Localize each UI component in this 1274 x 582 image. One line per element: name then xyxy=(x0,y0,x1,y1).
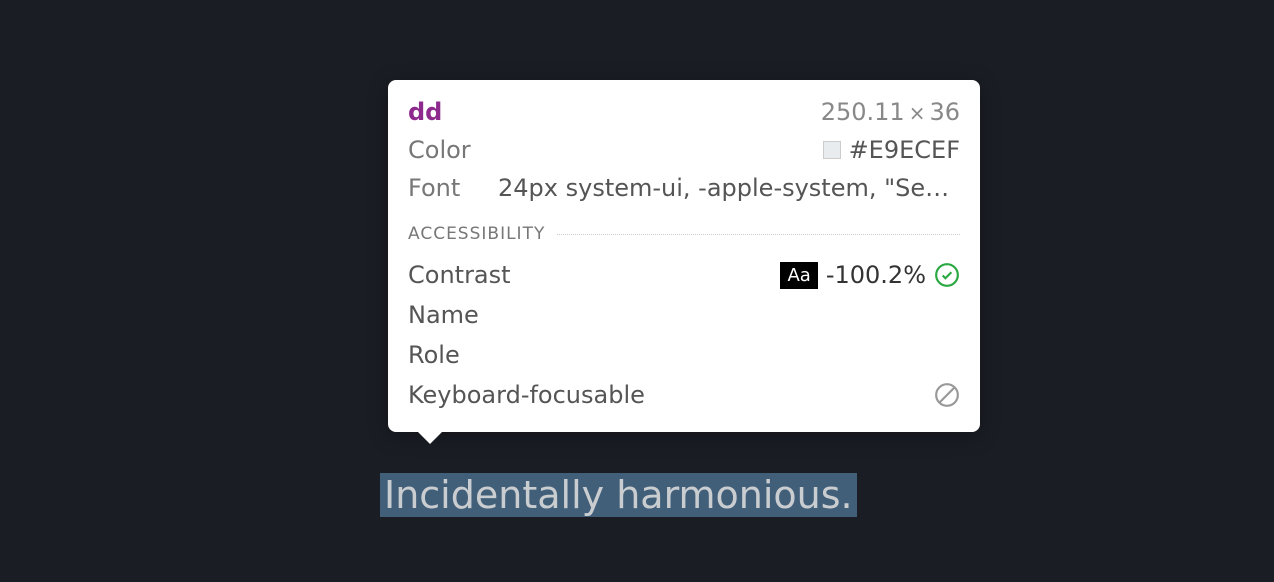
accessibility-title: ACCESSIBILITY xyxy=(408,224,545,244)
dimension-width: 250.11 xyxy=(821,98,905,126)
color-label: Color xyxy=(408,136,488,164)
contrast-label: Contrast xyxy=(408,261,511,289)
dimension-separator: × xyxy=(909,101,926,125)
dimension-height: 36 xyxy=(929,98,960,126)
keyboard-focusable-row: Keyboard-focusable xyxy=(408,378,960,412)
font-value: 24px system-ui, -apple-system, "Segoe… xyxy=(498,174,960,202)
inspector-tooltip: dd 250.11×36 Color #E9ECEF Font 24px sys… xyxy=(388,80,980,432)
color-value-group: #E9ECEF xyxy=(823,136,960,164)
keyboard-focusable-label: Keyboard-focusable xyxy=(408,381,645,409)
not-allowed-icon xyxy=(934,382,960,408)
font-row: Font 24px system-ui, -apple-system, "Seg… xyxy=(408,172,960,204)
contrast-row: Contrast Aa -100.2% xyxy=(408,258,960,292)
tooltip-header: dd 250.11×36 xyxy=(408,98,960,126)
color-row: Color #E9ECEF xyxy=(408,134,960,166)
color-value: #E9ECEF xyxy=(849,136,960,164)
role-row: Role xyxy=(408,338,960,372)
element-dimensions: 250.11×36 xyxy=(821,98,960,126)
font-label: Font xyxy=(408,174,488,202)
contrast-value: -100.2% xyxy=(826,261,926,289)
contrast-badge: Aa xyxy=(780,262,817,289)
check-circle-icon xyxy=(934,262,960,288)
name-row: Name xyxy=(408,298,960,332)
highlighted-element: Incidentally harmonious. xyxy=(380,473,857,517)
name-label: Name xyxy=(408,301,479,329)
section-divider xyxy=(557,234,960,235)
contrast-value-group: Aa -100.2% xyxy=(780,261,960,289)
element-tag-name: dd xyxy=(408,98,442,126)
accessibility-section-header: ACCESSIBILITY xyxy=(408,224,960,244)
role-label: Role xyxy=(408,341,460,369)
color-swatch-icon xyxy=(823,141,841,159)
